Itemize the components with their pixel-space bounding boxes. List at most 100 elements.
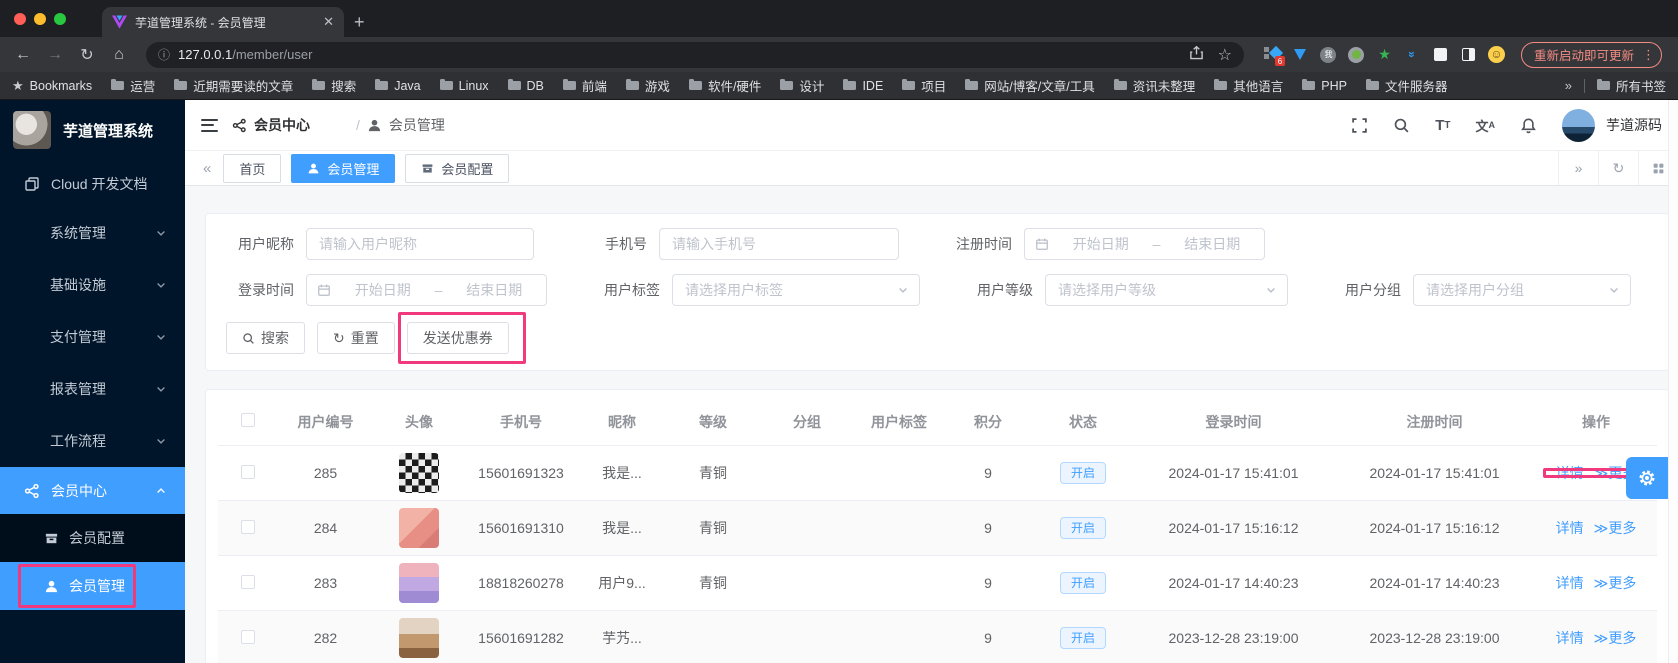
bookmarks-overflow-icon[interactable]: » xyxy=(1565,78,1572,93)
extension-green-dot-icon[interactable] xyxy=(1348,46,1365,63)
user-avatar[interactable] xyxy=(1562,108,1595,142)
bookmark-folder[interactable]: 项目 xyxy=(902,76,946,95)
breadcrumb: 会员中心 / 会员管理 xyxy=(232,115,481,135)
close-window-button[interactable] xyxy=(14,13,26,25)
detail-link[interactable]: 详情 xyxy=(1556,518,1584,538)
bookmark-folder[interactable]: 运营 xyxy=(111,76,155,95)
sidebar-item-member-center[interactable]: 会员中心 xyxy=(0,467,185,514)
bookmark-folder[interactable]: PHP xyxy=(1302,78,1347,93)
more-link[interactable]: ≫更多 xyxy=(1594,628,1637,648)
sidebar-item-member-manage[interactable]: 会员管理 xyxy=(0,562,185,610)
bookmark-folder[interactable]: 设计 xyxy=(780,76,824,95)
detail-link[interactable]: 详情 xyxy=(1556,573,1584,593)
bookmark-folder[interactable]: 搜索 xyxy=(312,76,356,95)
notification-bell-icon[interactable] xyxy=(1520,117,1537,134)
refresh-page-icon[interactable]: ↻ xyxy=(1598,151,1638,185)
site-info-icon[interactable]: ⓘ xyxy=(158,46,170,63)
folder-icon xyxy=(312,78,326,90)
reload-icon[interactable]: ↻ xyxy=(74,42,100,68)
zoom-window-button[interactable] xyxy=(54,13,66,25)
login-time-range-picker[interactable]: 开始日期 – 结束日期 xyxy=(306,274,547,306)
bookmark-folder[interactable]: Java xyxy=(375,78,421,93)
home-icon[interactable]: ⌂ xyxy=(106,42,132,68)
bookmark-folder[interactable]: 网站/博客/文章/工具 xyxy=(965,76,1095,95)
bookmark-folder[interactable]: Linux xyxy=(439,78,489,93)
tagview-member-config[interactable]: 会员配置 xyxy=(405,153,510,183)
all-bookmarks[interactable]: 所有书签 xyxy=(1596,76,1666,95)
bookmark-folder[interactable]: 游戏 xyxy=(625,76,670,95)
row-checkbox[interactable] xyxy=(241,519,255,534)
more-link[interactable]: ≫更多 xyxy=(1594,518,1637,538)
detail-link[interactable]: 详情 xyxy=(1556,463,1584,483)
back-icon[interactable]: ← xyxy=(10,42,36,68)
username[interactable]: 芋道源码 xyxy=(1606,115,1662,135)
collapse-menu-icon[interactable] xyxy=(201,118,218,132)
browser-tab[interactable]: 芋道管理系统 - 会员管理 ✕ xyxy=(102,7,344,37)
bookmark-folder[interactable]: IDE xyxy=(843,78,883,93)
minimize-window-button[interactable] xyxy=(34,13,46,25)
tags-scroll-left-icon[interactable]: « xyxy=(195,160,219,177)
search-button[interactable]: 搜索 xyxy=(226,322,305,354)
fullscreen-icon[interactable] xyxy=(1351,117,1368,134)
sidebar-group[interactable]: 报表管理 xyxy=(0,363,185,415)
send-coupon-button[interactable]: 发送优惠券 xyxy=(406,322,509,354)
tagview-member-manage[interactable]: 会员管理 xyxy=(291,153,396,183)
bookmark-folder[interactable]: 软件/硬件 xyxy=(688,76,761,95)
font-size-icon[interactable]: TT xyxy=(1435,117,1450,134)
level-select[interactable]: 请选择用户等级 xyxy=(1045,274,1288,306)
browser-tabstrip: 芋道管理系统 - 会员管理 ✕ + xyxy=(0,0,1678,37)
sidebar-item-member-config[interactable]: 会员配置 xyxy=(0,514,185,562)
tagview-home[interactable]: 首页 xyxy=(223,153,282,183)
row-checkbox[interactable] xyxy=(241,464,255,479)
forward-icon[interactable]: → xyxy=(42,42,68,68)
group-select[interactable]: 请选择用户分组 xyxy=(1413,274,1631,306)
bookmarks-root[interactable]: ★ Bookmarks xyxy=(12,78,92,94)
select-all-checkbox[interactable] xyxy=(241,413,255,427)
more-link[interactable]: ≫更多 xyxy=(1594,573,1637,593)
tab-close-icon[interactable]: ✕ xyxy=(323,14,334,30)
profile-avatar[interactable]: ☺ xyxy=(1487,46,1505,63)
row-checkbox[interactable] xyxy=(241,574,255,589)
address-bar[interactable]: ⓘ 127.0.0.1/member/user ☆ xyxy=(146,41,1244,68)
search-icon[interactable] xyxy=(1393,117,1410,134)
sidebar: 芋道管理系统 Cloud 开发文档 系统管理 基础设施 支付管理 报表管理 工作… xyxy=(0,100,185,663)
bookmark-folder[interactable]: 近期需要读的文章 xyxy=(174,76,293,95)
browser-menu-icon[interactable]: ⋮ xyxy=(1642,47,1655,63)
row-checkbox[interactable] xyxy=(241,629,255,644)
tags-scroll-right-icon[interactable]: » xyxy=(1558,151,1598,185)
register-time-range-picker[interactable]: 开始日期 – 结束日期 xyxy=(1024,228,1265,260)
browser-update-button[interactable]: 重新启动即可更新 ⋮ xyxy=(1520,41,1662,68)
mobile-input[interactable] xyxy=(659,228,899,260)
bookmark-folder[interactable]: 其他语言 xyxy=(1214,76,1283,95)
theme-settings-button[interactable] xyxy=(1626,457,1668,499)
cell-phone: 15601691323 xyxy=(478,465,564,481)
extension-star-icon[interactable]: ★ xyxy=(1376,46,1393,63)
extension-kite-icon[interactable] xyxy=(1292,46,1309,63)
sidebar-group[interactable]: 基础设施 xyxy=(0,259,185,311)
extension-wo-icon[interactable]: 我 xyxy=(1320,46,1337,63)
bookmark-folder[interactable]: 文件服务器 xyxy=(1365,76,1447,95)
reset-button[interactable]: ↻ 重置 xyxy=(317,322,395,354)
nickname-input[interactable] xyxy=(306,228,534,260)
bookmark-folder[interactable]: DB xyxy=(507,78,544,93)
sidebar-item-cloud-docs[interactable]: Cloud 开发文档 xyxy=(0,160,185,207)
bookmark-folder[interactable]: 前端 xyxy=(562,76,607,95)
column-header: 昵称 xyxy=(608,413,636,430)
bookmark-folder[interactable]: 资讯未整理 xyxy=(1113,76,1195,95)
tag-select[interactable]: 请选择用户标签 xyxy=(672,274,920,306)
app-logo[interactable]: 芋道管理系统 xyxy=(0,100,185,160)
locale-icon[interactable]: 文A xyxy=(1475,116,1495,135)
sidebar-group[interactable]: 工作流程 xyxy=(0,415,185,467)
extension-grid-icon[interactable]: 6 xyxy=(1263,45,1285,66)
extension-halfsquare-icon[interactable] xyxy=(1460,46,1477,63)
extension-chevrons-icon[interactable]: » xyxy=(1404,46,1421,63)
sidebar-group[interactable]: 支付管理 xyxy=(0,311,185,363)
extension-puzzle-icon[interactable] xyxy=(1432,46,1449,63)
sidebar-group[interactable]: 系统管理 xyxy=(0,207,185,259)
detail-link[interactable]: 详情 xyxy=(1556,628,1584,648)
new-tab-button[interactable]: + xyxy=(344,12,379,37)
bookmark-star-icon[interactable]: ☆ xyxy=(1218,45,1232,65)
breadcrumb-parent[interactable]: 会员中心 xyxy=(254,115,349,135)
share-icon[interactable] xyxy=(1189,45,1204,60)
page-scrollbar[interactable] xyxy=(1668,100,1678,663)
